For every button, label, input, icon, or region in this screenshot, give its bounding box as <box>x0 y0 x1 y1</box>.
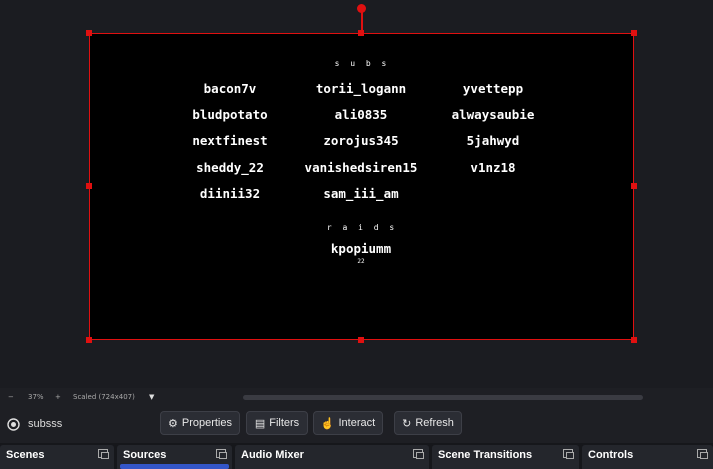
refresh-label: Refresh <box>415 417 454 429</box>
controls-dock[interactable]: Controls <box>582 445 713 469</box>
sub-name: alwaysaubie <box>451 107 535 122</box>
scene-toolbar: subsss ⚙ Properties ▤ Filters ☝ Interact… <box>0 407 713 443</box>
zoom-out-button[interactable]: − <box>8 393 14 401</box>
sources-dock-title: Sources <box>123 449 167 461</box>
scenes-dock[interactable]: Scenes <box>0 445 114 469</box>
raid-name: kpopiumm <box>330 241 392 256</box>
subs-heading: s u b s <box>334 59 390 68</box>
resize-handle[interactable] <box>358 337 364 343</box>
resize-handle[interactable] <box>86 337 92 343</box>
undock-icon[interactable] <box>563 449 574 459</box>
resize-handle[interactable] <box>631 183 637 189</box>
undock-icon[interactable] <box>697 449 708 459</box>
gear-icon: ⚙ <box>167 417 178 430</box>
horizontal-scrollbar[interactable] <box>243 395 643 400</box>
sub-name: yvettepp <box>462 81 524 96</box>
zoom-level: 37% <box>28 393 44 401</box>
scale-dropdown-icon[interactable]: ▼ <box>149 393 154 401</box>
dock-panels: Scenes Sources Audio Mixer Scene Transit… <box>0 443 713 469</box>
interact-label: Interact <box>338 417 376 429</box>
audio-mixer-dock[interactable]: Audio Mixer <box>235 445 429 469</box>
selected-source-row[interactable] <box>120 464 229 469</box>
filter-icon: ▤ <box>254 417 266 430</box>
scene-transitions-dock[interactable]: Scene Transitions <box>432 445 579 469</box>
refresh-icon: ↻ <box>402 417 412 430</box>
raid-count: 22 <box>357 258 365 265</box>
scenes-dock-title: Scenes <box>6 449 45 461</box>
zoom-bar: − 37% + Scaled (724x407) ▼ <box>0 390 713 406</box>
refresh-button[interactable]: ↻ Refresh <box>394 411 462 435</box>
sub-name: 5jahwyd <box>466 133 520 148</box>
undock-icon[interactable] <box>98 449 109 459</box>
audio-mixer-dock-title: Audio Mixer <box>241 449 304 461</box>
source-bounding-box[interactable]: s u b s bacon7v torii_logann yvettepp bl… <box>89 33 634 340</box>
filters-label: Filters <box>269 417 300 429</box>
controls-dock-title: Controls <box>588 449 634 461</box>
properties-label: Properties <box>181 417 232 429</box>
resize-handle[interactable] <box>631 337 637 343</box>
pointer-icon: ☝ <box>320 417 335 430</box>
resize-handle[interactable] <box>358 30 364 36</box>
sources-dock[interactable]: Sources <box>117 445 232 469</box>
sub-name: v1nz18 <box>470 160 516 175</box>
properties-button[interactable]: ⚙ Properties <box>160 411 240 435</box>
interact-button[interactable]: ☝ Interact <box>313 411 383 435</box>
raids-heading: r a i d s <box>326 223 398 232</box>
resize-handle[interactable] <box>631 30 637 36</box>
scale-mode: Scaled (724x407) <box>73 393 135 401</box>
undock-icon[interactable] <box>413 449 424 459</box>
scene-icon <box>7 418 20 431</box>
undock-icon[interactable] <box>216 449 227 459</box>
filters-button[interactable]: ▤ Filters <box>246 411 308 435</box>
scene-transitions-dock-title: Scene Transitions <box>438 449 533 461</box>
resize-handle[interactable] <box>86 30 92 36</box>
sub-name: sam_iii_am <box>323 186 399 201</box>
zoom-in-button[interactable]: + <box>55 393 61 401</box>
preview-canvas[interactable]: s u b s bacon7v torii_logann yvettepp bl… <box>0 0 713 388</box>
current-scene-name: subsss <box>28 418 63 430</box>
resize-handle[interactable] <box>86 183 92 189</box>
